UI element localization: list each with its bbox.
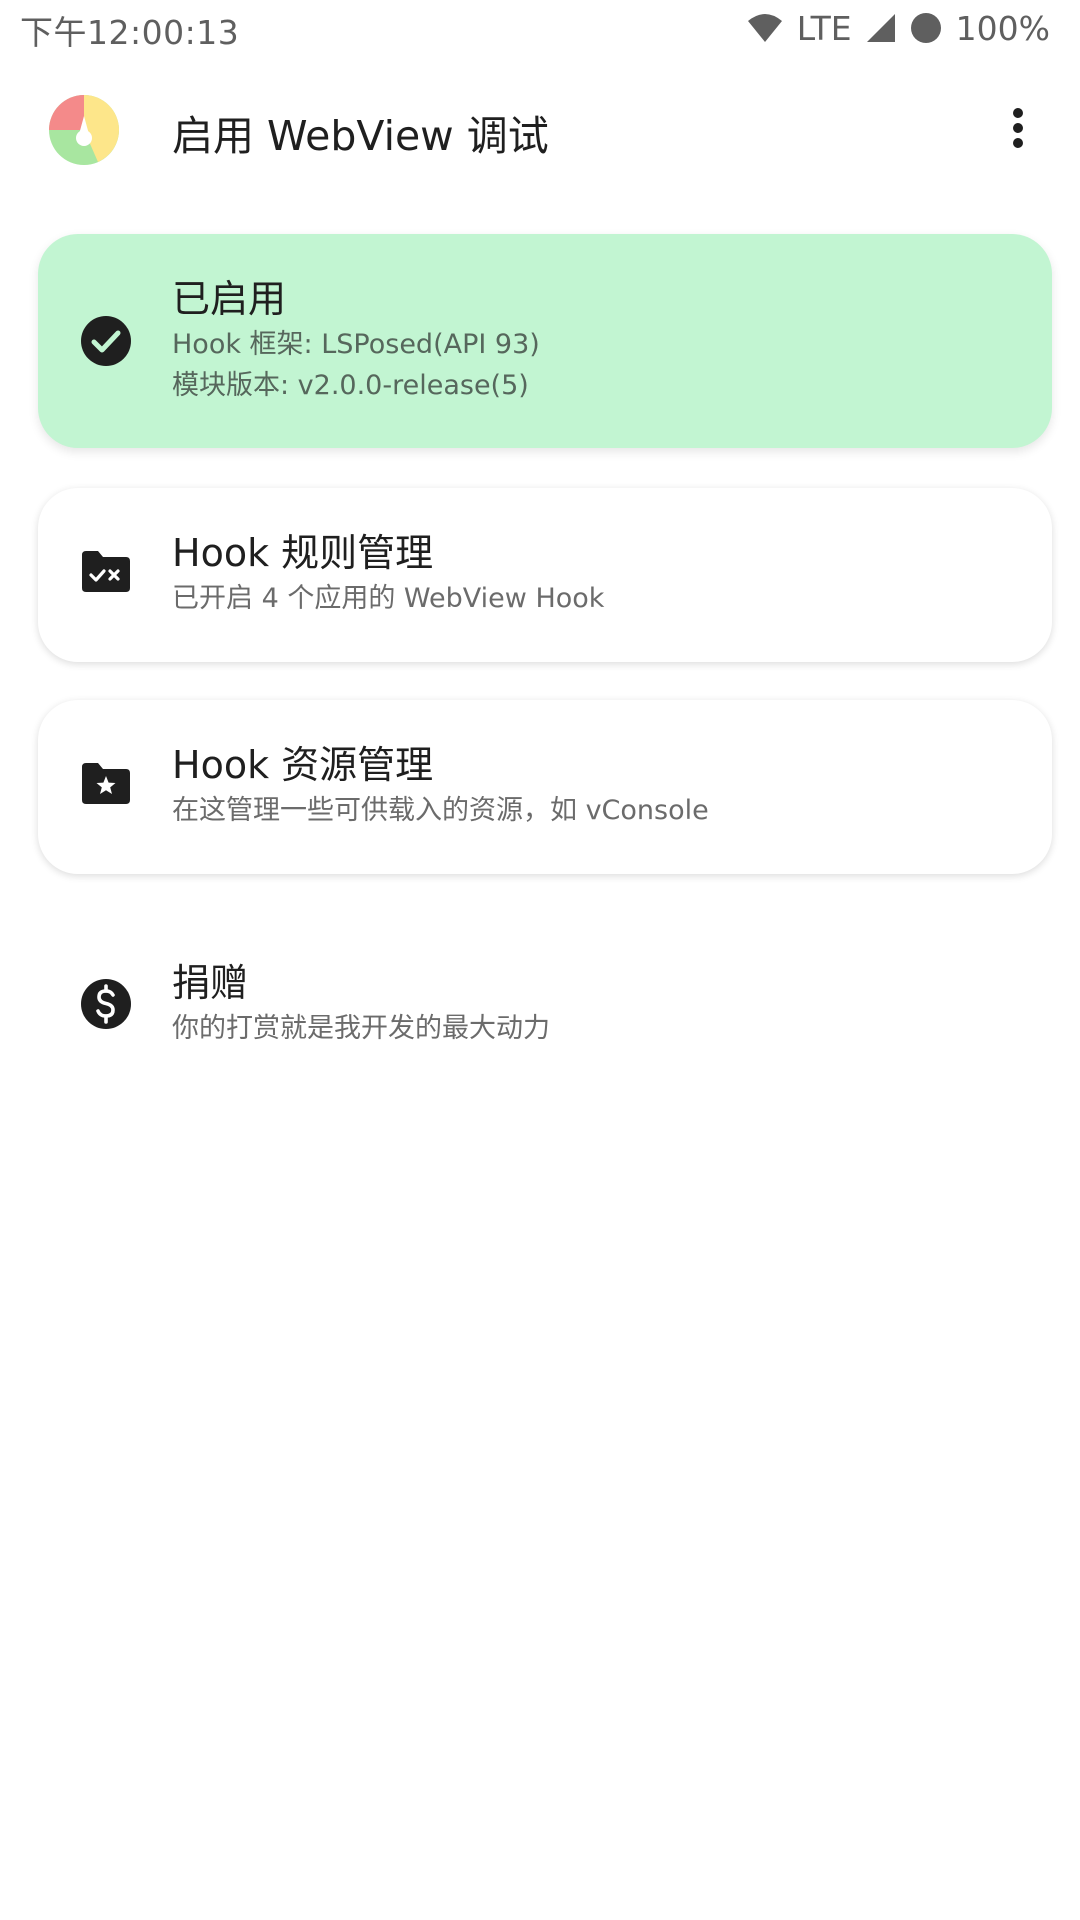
app-title: 启用 WebView 调试: [172, 112, 549, 160]
dollar-circle-icon: [80, 978, 132, 1030]
network-type: LTE: [796, 8, 852, 48]
check-circle-icon: [80, 315, 132, 367]
donate-subtitle: 你的打赏就是我开发的最大动力: [172, 1013, 550, 1044]
donate-text-group: 捐赠 你的打赏就是我开发的最大动力: [172, 958, 1022, 1049]
module-version-info: 模块版本: v2.0.0-release(5): [172, 370, 529, 401]
hook-framework-info: Hook 框架: LSPosed(API 93): [172, 329, 540, 360]
wifi-icon: [747, 13, 783, 43]
battery-level: 100%: [955, 8, 1050, 48]
rules-subtitle: 已开启 4 个应用的 WebView Hook: [172, 583, 605, 614]
module-status-card[interactable]: 已启用 Hook 框架: LSPosed(API 93) 模块版本: v2.0.…: [38, 234, 1052, 448]
status-bar: 下午12:00:13 LTE 100%: [0, 0, 1080, 56]
resources-subtitle: 在这管理一些可供载入的资源，如 vConsole: [172, 795, 709, 826]
resources-text-group: Hook 资源管理 在这管理一些可供载入的资源，如 vConsole: [172, 740, 1022, 831]
more-options-button[interactable]: [986, 98, 1050, 162]
folder-star-icon: [80, 761, 132, 813]
status-icons: LTE 100%: [747, 8, 1050, 48]
signal-icon: [866, 13, 896, 43]
folder-check-x-icon: [80, 549, 132, 601]
resources-title: Hook 资源管理: [172, 743, 434, 787]
rules-text-group: Hook 规则管理 已开启 4 个应用的 WebView Hook: [172, 528, 1022, 619]
status-title: 已启用: [172, 277, 287, 321]
more-vert-icon: [1011, 107, 1025, 153]
donate-item[interactable]: 捐赠 你的打赏就是我开发的最大动力: [38, 940, 1052, 1090]
battery-icon: [910, 12, 942, 44]
hook-resources-card[interactable]: Hook 资源管理 在这管理一些可供载入的资源，如 vConsole: [38, 700, 1052, 874]
top-app-bar: 启用 WebView 调试: [0, 72, 1080, 192]
status-text-group: 已启用 Hook 框架: LSPosed(API 93) 模块版本: v2.0.…: [172, 274, 1022, 406]
status-time: 下午12:00:13: [20, 13, 240, 52]
hook-rules-card[interactable]: Hook 规则管理 已开启 4 个应用的 WebView Hook: [38, 488, 1052, 662]
donate-title: 捐赠: [172, 961, 249, 1005]
app-logo-icon: [48, 94, 120, 166]
rules-title: Hook 规则管理: [172, 531, 434, 575]
